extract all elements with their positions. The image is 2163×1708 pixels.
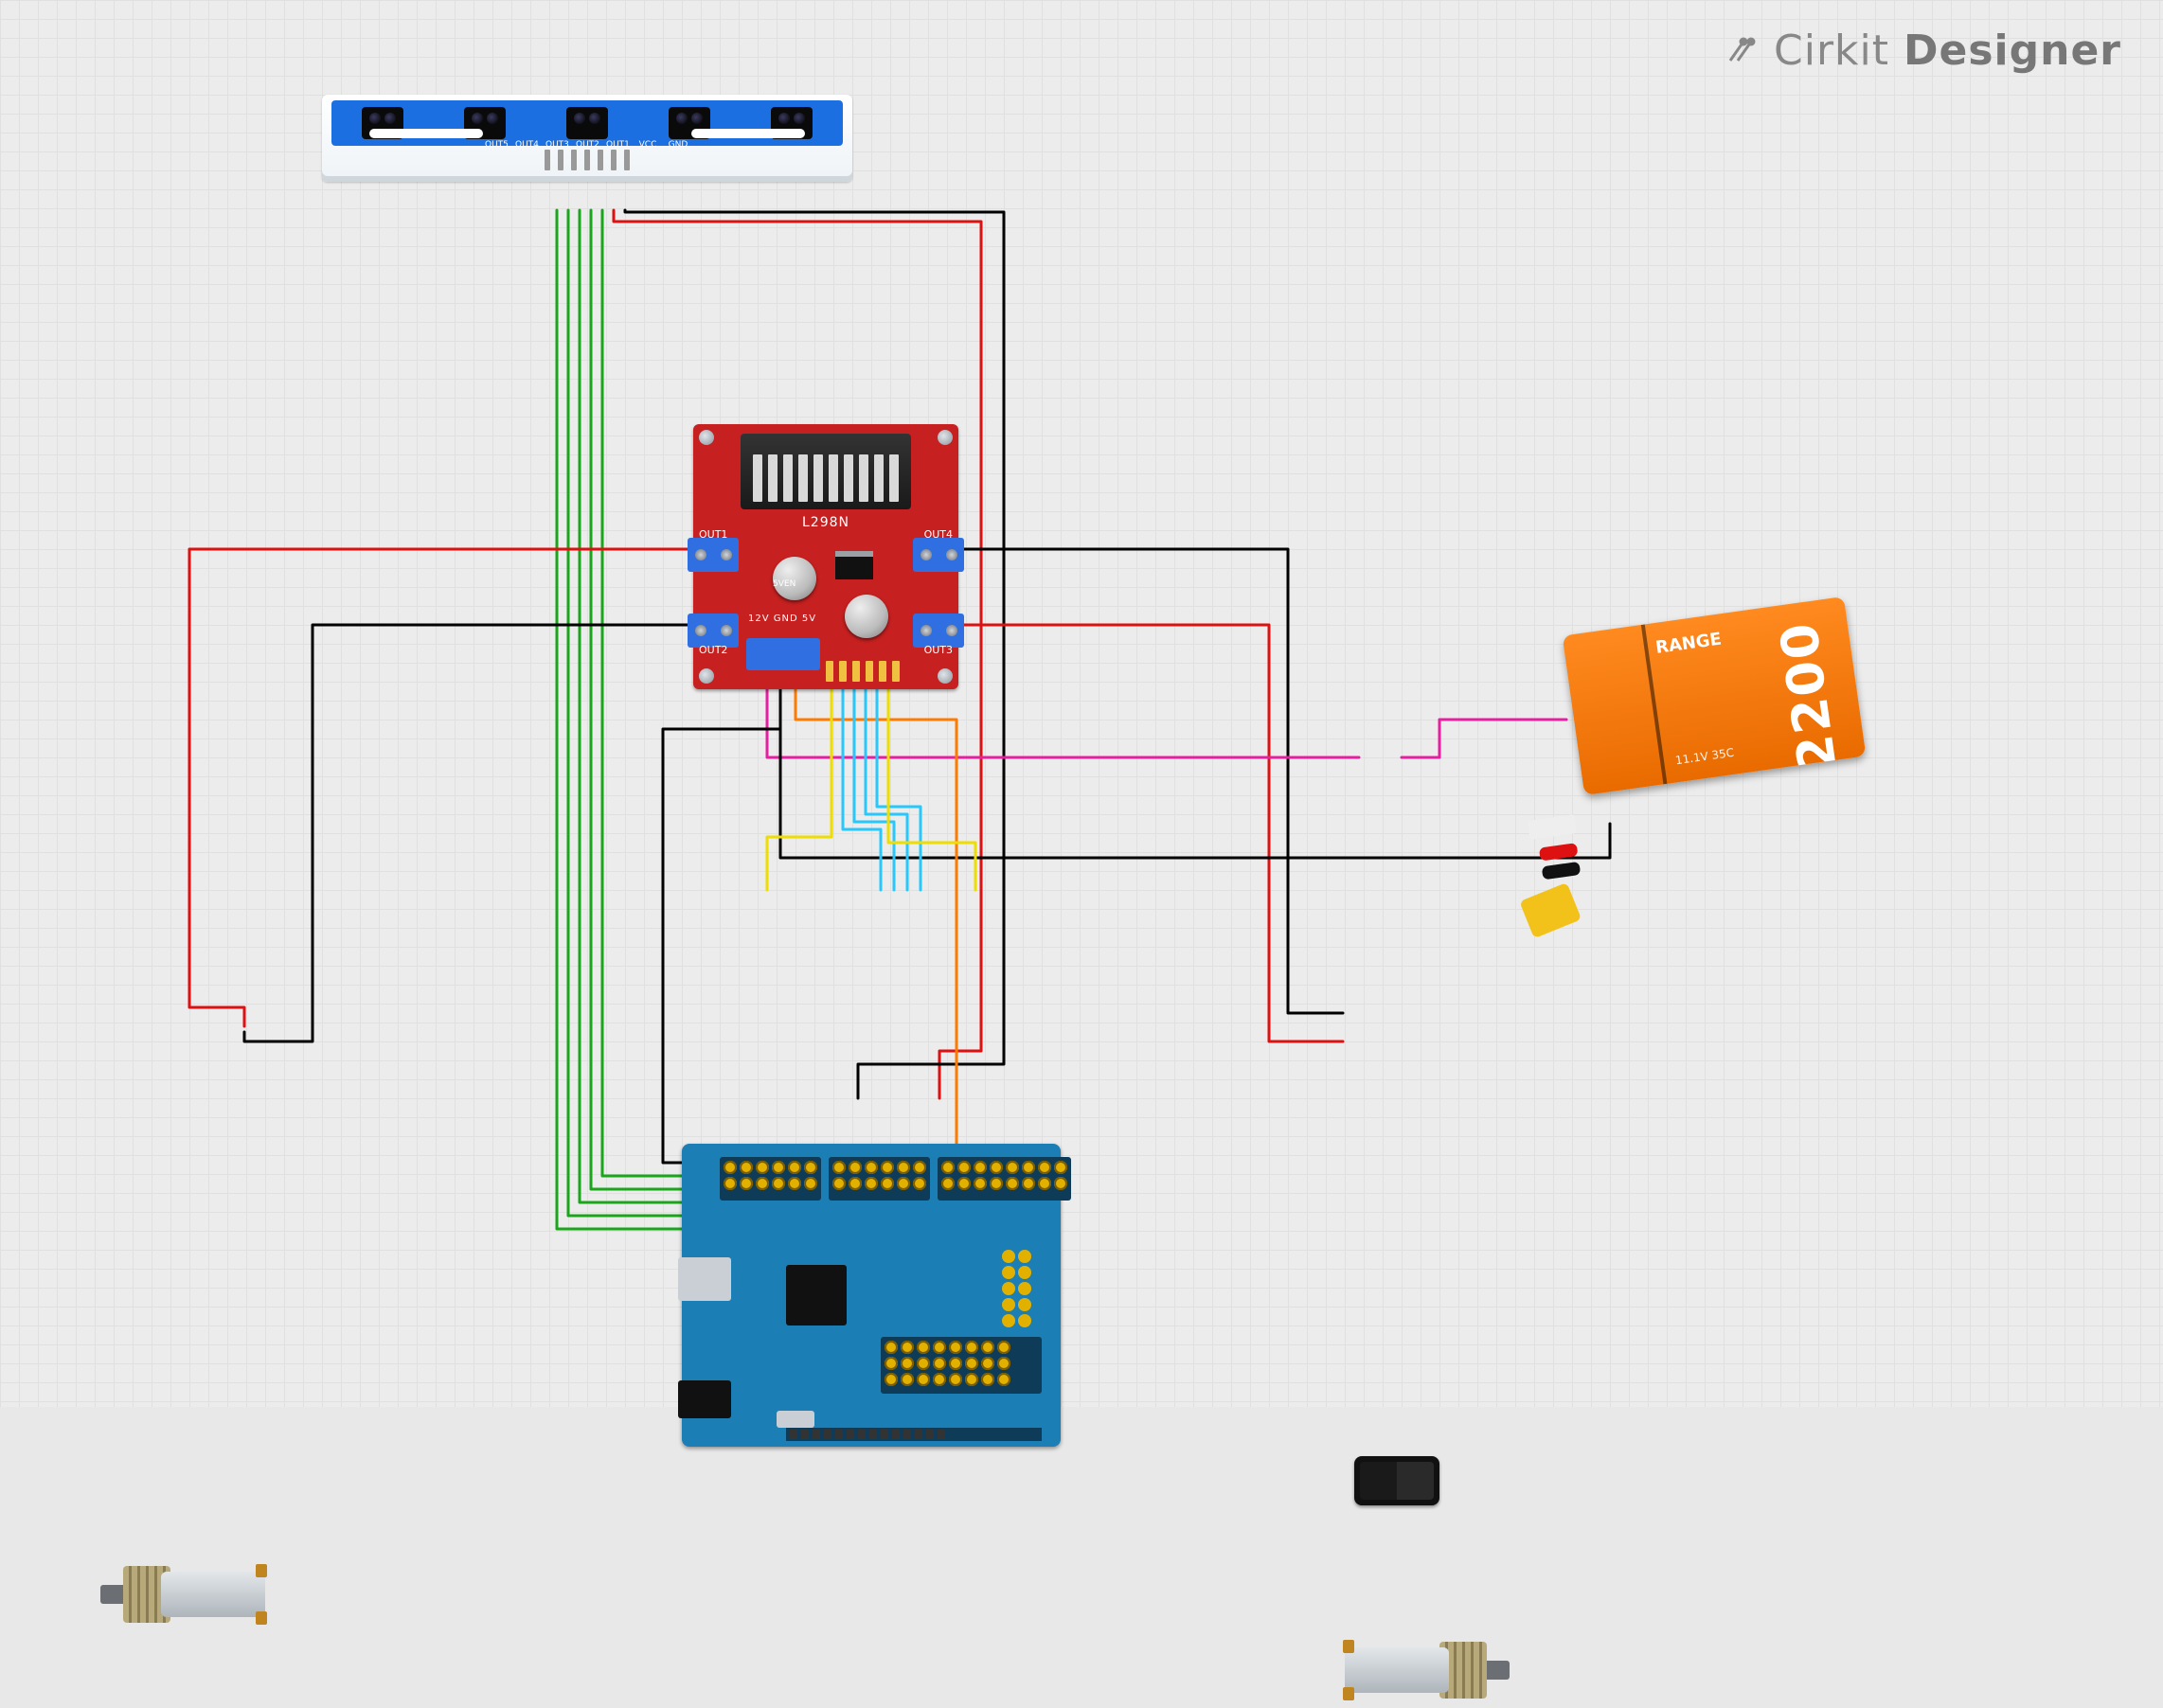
motor-terminal[interactable] bbox=[256, 1564, 267, 1577]
xt60-connector-icon bbox=[1519, 882, 1582, 938]
mount-slot-right bbox=[691, 129, 805, 138]
battery-capacity: 2200 bbox=[1768, 618, 1848, 775]
label-out2: OUT2 bbox=[699, 644, 727, 656]
battery-brand: RANGE bbox=[1654, 629, 1723, 658]
terminal-out4[interactable] bbox=[913, 538, 964, 572]
wire-ir-out4[interactable] bbox=[568, 210, 864, 1216]
lipo-battery[interactable]: RANGE 2200 11.1V 35C bbox=[1572, 615, 1856, 776]
voltage-regulator bbox=[835, 551, 873, 579]
bottom-pin-strip bbox=[786, 1428, 1042, 1441]
label-power: 12V GND 5V bbox=[748, 614, 816, 624]
cirkit-logo-icon bbox=[1725, 32, 1762, 70]
mount-hole-icon bbox=[938, 430, 953, 445]
wire-switch-l298-12v[interactable] bbox=[765, 682, 1359, 757]
reset-button[interactable] bbox=[777, 1411, 814, 1428]
wire-ir-out3[interactable] bbox=[580, 210, 875, 1202]
terminal-out3[interactable] bbox=[913, 614, 964, 648]
switch-on-mark: – bbox=[1413, 1472, 1421, 1490]
motor-body bbox=[1345, 1647, 1449, 1693]
motor-terminal[interactable] bbox=[1343, 1640, 1354, 1653]
wire-l298-out2-motorL-blk[interactable] bbox=[244, 625, 693, 1041]
motor-terminal[interactable] bbox=[256, 1611, 267, 1625]
dc-motor-right[interactable] bbox=[1316, 1632, 1496, 1708]
ir-pin-labels: OUT5 OUT4 OUT3 OUT2 OUT1 VCC GND bbox=[485, 140, 689, 150]
mount-hole-icon bbox=[699, 430, 714, 445]
label-out4: OUT4 bbox=[924, 528, 953, 541]
balance-connector-icon bbox=[1528, 814, 1577, 840]
analog-pin-rows[interactable] bbox=[881, 1337, 1042, 1394]
label-out3: OUT3 bbox=[924, 644, 953, 656]
brand-text: Cirkit Designer bbox=[1774, 27, 2121, 75]
battery-lead-positive bbox=[1539, 843, 1579, 861]
ir-sensor-array[interactable]: OUT5 OUT4 OUT3 OUT2 OUT1 VCC GND bbox=[322, 95, 852, 182]
wire-in3[interactable] bbox=[866, 682, 907, 890]
battery-lead-negative bbox=[1542, 862, 1582, 880]
wire-ir-out5[interactable] bbox=[557, 210, 852, 1229]
wire-in2[interactable] bbox=[854, 682, 894, 890]
label-5ven: 5VEN bbox=[773, 579, 795, 589]
motor-terminal[interactable] bbox=[1343, 1687, 1354, 1700]
ir-sensor-bar: OUT5 OUT4 OUT3 OUT2 OUT1 VCC GND bbox=[331, 100, 843, 146]
battery-spec: 11.1V 35C bbox=[1674, 746, 1735, 768]
wire-ena[interactable] bbox=[767, 682, 831, 890]
dc-motor-left[interactable] bbox=[114, 1557, 294, 1632]
capacitor-icon bbox=[845, 595, 888, 638]
app-watermark: Cirkit Designer bbox=[1725, 27, 2121, 75]
l298n-motor-driver[interactable]: L298N OUT1 OUT2 OUT3 OUT4 12V GND 5V 5VE… bbox=[693, 424, 958, 689]
wire-l298-gnd-ard-gnd[interactable] bbox=[663, 682, 858, 1163]
control-header[interactable] bbox=[826, 661, 900, 682]
l298n-chip-label: L298N bbox=[802, 515, 849, 530]
barrel-jack-icon bbox=[678, 1380, 731, 1418]
motor-body bbox=[161, 1572, 265, 1617]
mount-hole-icon bbox=[938, 668, 953, 684]
wire-in1[interactable] bbox=[843, 682, 881, 890]
switch-off-mark: O bbox=[1369, 1472, 1382, 1490]
wire-ir-out1[interactable] bbox=[602, 210, 898, 1176]
mount-slot-left bbox=[369, 129, 483, 138]
design-canvas[interactable]: Cirkit Designer OUT5 OUT4 OUT3 OUT2 OUT1… bbox=[0, 0, 2163, 1407]
wire-in4[interactable] bbox=[877, 682, 921, 890]
terminal-power[interactable] bbox=[746, 638, 820, 670]
arduino-uno-shield[interactable] bbox=[682, 1144, 1061, 1447]
ir-pin-header bbox=[545, 150, 630, 170]
wire-l298-5v-ard-5v[interactable] bbox=[795, 682, 956, 1163]
wire-l298-out3-motorR-red[interactable] bbox=[958, 625, 1343, 1041]
mcu-chip-icon bbox=[786, 1265, 847, 1325]
digital-pin-rows[interactable] bbox=[720, 1157, 1042, 1201]
wire-ir-out2[interactable] bbox=[591, 210, 886, 1189]
power-switch[interactable]: O – bbox=[1354, 1456, 1439, 1505]
wire-bat-pos-switch[interactable] bbox=[1402, 720, 1566, 757]
side-header[interactable] bbox=[1002, 1250, 1040, 1327]
terminal-out1[interactable] bbox=[688, 538, 739, 572]
capacitor-icon bbox=[773, 557, 816, 600]
wire-l298-out4-motorR-blk[interactable] bbox=[958, 549, 1343, 1013]
terminal-out2[interactable] bbox=[688, 614, 739, 648]
wire-bat-neg-l298-gnd[interactable] bbox=[780, 682, 1610, 858]
label-out1: OUT1 bbox=[699, 528, 727, 541]
heatsink bbox=[741, 434, 911, 509]
ir-sensor-3 bbox=[566, 107, 608, 139]
mount-hole-icon bbox=[699, 668, 714, 684]
wire-enb[interactable] bbox=[888, 682, 975, 890]
usb-port-icon bbox=[678, 1257, 731, 1301]
wire-l298-out1-motorL-red[interactable] bbox=[189, 549, 693, 1026]
